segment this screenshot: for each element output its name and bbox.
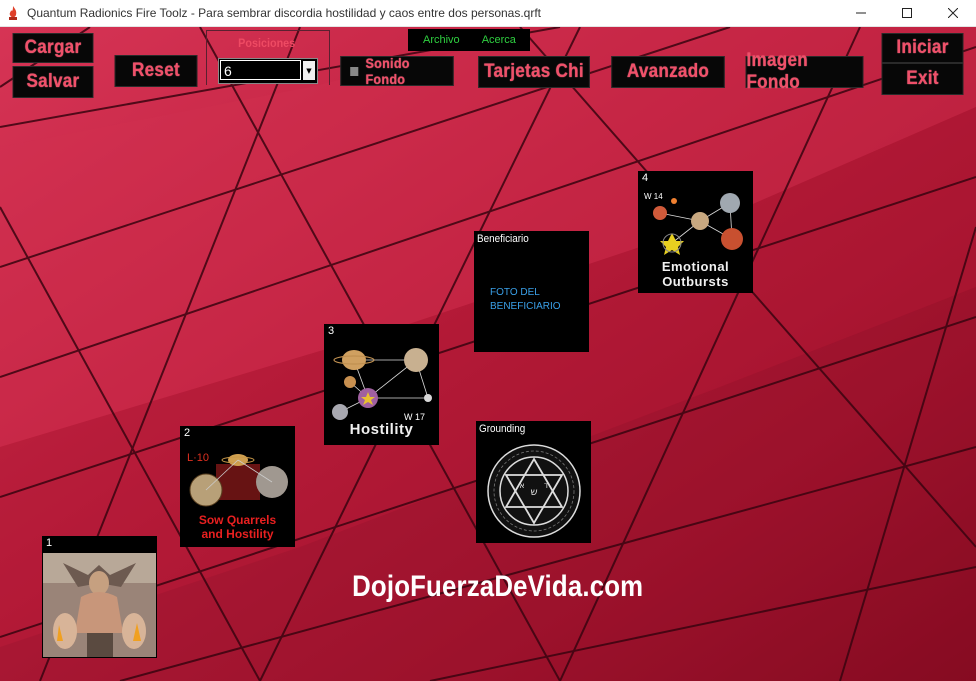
caption-line: and Hostility (201, 527, 274, 541)
sonido-fondo-toggle[interactable]: Sonido Fondo (340, 55, 454, 87)
iniciar-button[interactable]: Iniciar (881, 33, 964, 63)
close-icon[interactable] (930, 0, 976, 26)
placeholder-line: BENEFICIARIO (490, 301, 561, 312)
card-badge: L·10 (187, 452, 210, 464)
checkbox[interactable] (350, 66, 359, 76)
card-1[interactable]: 1 (42, 536, 157, 658)
baphomet-image (43, 553, 156, 657)
avanzado-button[interactable]: Avanzado (611, 56, 725, 88)
card-2[interactable]: 2 L·10 Sow Quarrels and Hostility (180, 426, 295, 547)
watermark-text: DojoFuerzaDeVida.com (352, 570, 644, 603)
beneficiario-card[interactable]: Beneficiario FOTO DEL BENEFICIARIO (474, 231, 589, 352)
title-bar: Quantum Radionics Fire Toolz - Para semb… (0, 0, 976, 27)
card-badge: W 14 (644, 192, 663, 201)
cargar-button[interactable]: Cargar (12, 33, 94, 63)
caption-line: Outbursts (662, 274, 729, 289)
exit-button[interactable]: Exit (881, 63, 964, 95)
seal-image: ש א ד (487, 444, 581, 538)
card-label: Beneficiario (477, 233, 529, 245)
flame-app-icon (9, 6, 17, 20)
window-controls (838, 0, 976, 26)
svg-text:א: א (519, 481, 524, 490)
menu-acerca[interactable]: Acerca (467, 34, 523, 46)
svg-text:ד: ד (544, 481, 549, 490)
card-3[interactable]: 3 W 17 Hostility (324, 324, 439, 445)
photo-placeholder: FOTO DEL BENEFICIARIO (490, 286, 561, 314)
tarjetas-chi-button[interactable]: Tarjetas Chi (478, 56, 590, 88)
svg-text:ש: ש (530, 487, 537, 498)
card-4[interactable]: 4 W 14 Emotional Outbursts (638, 171, 753, 293)
card-caption: Hostility (349, 421, 414, 438)
card-number: 1 (46, 537, 53, 549)
sonido-fondo-label: Sonido Fondo (365, 55, 410, 87)
card-number: 4 (642, 172, 649, 184)
grounding-card[interactable]: Grounding ש א ד (476, 421, 591, 543)
card-number: 3 (328, 325, 335, 337)
window-title: Quantum Radionics Fire Toolz - Para semb… (27, 6, 542, 20)
card-number: 2 (184, 427, 191, 439)
card-caption: Emotional Outbursts (638, 259, 753, 289)
imagen-fondo-button[interactable]: Imagen Fondo (745, 50, 864, 93)
menu-bar: Archivo Acerca (408, 29, 530, 51)
caption-line: Emotional (661, 259, 730, 274)
posiciones-select[interactable]: 6 ▼ (218, 58, 318, 84)
salvar-button[interactable]: Salvar (12, 66, 94, 98)
caption-line: Sow Quarrels (198, 513, 277, 527)
reset-button[interactable]: Reset (114, 55, 198, 87)
card-label: Grounding (479, 423, 526, 435)
posiciones-label: Posiciones (238, 36, 296, 50)
card-caption: Sow Quarrels and Hostility (180, 513, 295, 541)
chevron-down-icon[interactable]: ▼ (303, 61, 315, 80)
placeholder-line: FOTO DEL (490, 287, 540, 298)
maximize-icon[interactable] (884, 0, 930, 26)
planets-image (332, 348, 432, 420)
menu-archivo[interactable]: Archivo (408, 34, 467, 46)
minimize-icon[interactable] (838, 0, 884, 26)
posiciones-value[interactable]: 6 (220, 60, 301, 80)
